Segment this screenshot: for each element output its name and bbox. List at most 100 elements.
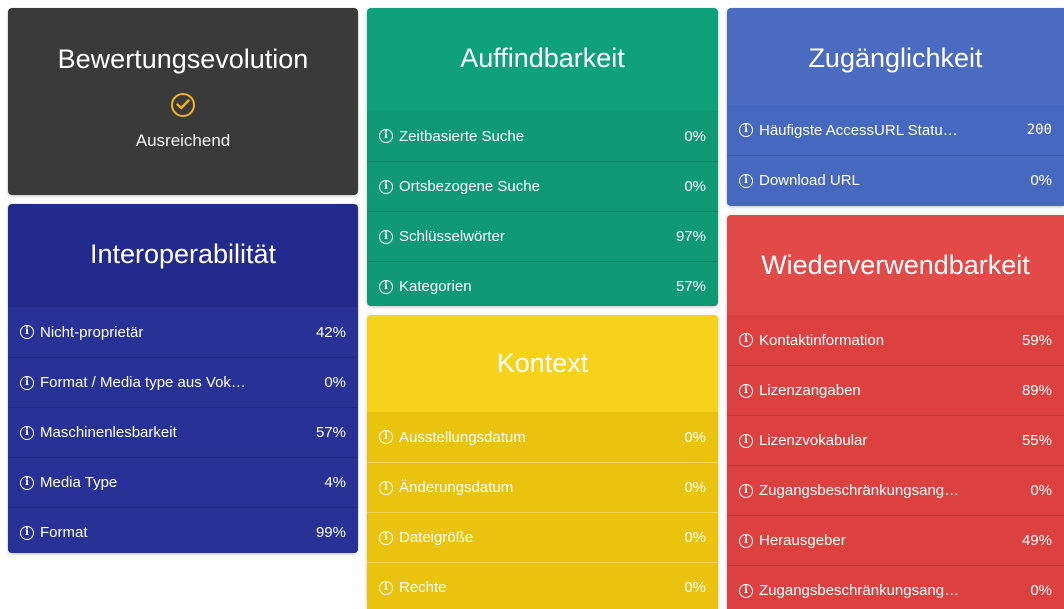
metric-row[interactable]: i Ortsbezogene Suche 0% xyxy=(367,161,718,211)
rating-status: Ausreichend xyxy=(135,131,231,150)
info-icon[interactable]: i xyxy=(379,279,393,294)
zugaenglichkeit-metrics: i Häufigste AccessURL Statu… 200 i Download… xyxy=(727,105,1064,205)
metric-value: 0% xyxy=(1030,582,1052,599)
info-icon[interactable]: i xyxy=(739,583,753,598)
metric-value: 0% xyxy=(684,127,706,145)
info-icon[interactable]: i xyxy=(739,533,753,548)
auffindbarkeit-metrics: i Zeitbasierte Suche 0% i Ortsbezogene Such… xyxy=(367,111,718,306)
auffindbarkeit-title: Auffindbarkeit xyxy=(460,42,625,73)
info-icon[interactable]: i xyxy=(739,483,753,498)
metric-value: 99% xyxy=(315,524,346,541)
metric-value: 0% xyxy=(684,529,706,546)
info-icon[interactable]: i xyxy=(739,173,753,188)
metric-label: Media Type xyxy=(40,474,118,491)
info-icon[interactable]: i xyxy=(379,179,393,194)
bewertungsevolution-card: Bewertungsevolution Ausreichend xyxy=(8,8,358,195)
metric-value: 59% xyxy=(1021,331,1052,349)
metric-value: 57% xyxy=(315,424,346,441)
metric-row[interactable]: i Ausstellungsdatum 0% xyxy=(367,412,718,462)
info-icon[interactable]: i xyxy=(379,580,393,595)
interoperabilitaet-metrics: i Nicht-proprietär 42% i Format / Media typ… xyxy=(8,307,358,553)
wiederverwendbarkeit-metrics: i Kontaktinformation 59% i Lizenzangaben 89%… xyxy=(727,315,1064,609)
wiederverwendbarkeit-title: Wiederverwendbarkeit xyxy=(761,249,1030,280)
info-icon[interactable]: i xyxy=(20,325,34,339)
metric-label: Maschinenlesbarkeit xyxy=(40,424,177,441)
info-icon[interactable]: i xyxy=(20,525,34,540)
metric-row[interactable]: i Format / Media type aus Vok… 0% xyxy=(8,357,358,407)
metric-label: Zugangsbeschränkungsang… xyxy=(759,582,960,599)
metric-row[interactable]: i Zugangsbeschränkungsang… 0% xyxy=(727,565,1064,609)
metric-row[interactable]: i Kategorien 57% xyxy=(367,261,718,306)
metric-value: 55% xyxy=(1021,432,1052,449)
metric-label: Zeitbasierte Suche xyxy=(399,127,525,145)
metric-row[interactable]: i Kontaktinformation 59% xyxy=(727,315,1064,365)
metric-row[interactable]: i Schlüsselwörter 97% xyxy=(367,211,718,261)
metric-row[interactable]: i Änderungsdatum 0% xyxy=(367,462,718,512)
metric-value: 0% xyxy=(684,579,706,596)
metric-value: 49% xyxy=(1021,532,1052,549)
info-icon[interactable]: i xyxy=(379,229,393,244)
metric-label: Ausstellungsdatum xyxy=(399,428,526,446)
check-circle-icon xyxy=(171,93,195,117)
metric-value: 89% xyxy=(1021,382,1052,399)
bewertungsevolution-title: Bewertungsevolution xyxy=(57,44,309,74)
info-icon[interactable]: i xyxy=(379,480,393,495)
metric-row[interactable]: i Rechte 0% xyxy=(367,562,718,609)
metric-label: Format xyxy=(40,524,88,541)
metric-label: Ortsbezogene Suche xyxy=(399,178,540,195)
metric-value: 0% xyxy=(1030,172,1052,189)
metric-label: Häufigste AccessURL Statu… xyxy=(759,121,958,139)
info-icon[interactable]: i xyxy=(379,430,393,444)
metric-value: 0% xyxy=(1030,482,1052,499)
metric-label: Rechte xyxy=(399,579,447,596)
metric-row[interactable]: i Lizenzangaben 89% xyxy=(727,365,1064,415)
metric-label: Nicht-proprietär xyxy=(40,323,144,341)
info-icon[interactable]: i xyxy=(739,383,753,398)
metric-value: 97% xyxy=(675,228,706,245)
metric-label: Kontaktinformation xyxy=(759,331,885,349)
kontext-title: Kontext xyxy=(496,347,589,378)
info-icon[interactable]: i xyxy=(20,425,34,440)
info-icon[interactable]: i xyxy=(739,433,753,448)
metric-value: 42% xyxy=(315,323,346,341)
info-icon[interactable]: i xyxy=(739,333,753,347)
metric-row[interactable]: i Häufigste AccessURL Statu… 200 xyxy=(727,105,1064,155)
metric-row[interactable]: i Maschinenlesbarkeit 57% xyxy=(8,407,358,457)
metric-row[interactable]: i Format 99% xyxy=(8,507,358,553)
metric-row[interactable]: i Dateigröße 0% xyxy=(367,512,718,562)
metric-row[interactable]: i Lizenzvokabular 55% xyxy=(727,415,1064,465)
kontext-card: Kontext i Ausstellungsdatum 0% i Änderungsd… xyxy=(367,315,718,609)
info-icon[interactable]: i xyxy=(379,530,393,545)
metric-value: 0% xyxy=(324,374,346,391)
metric-row[interactable]: i Nicht-proprietär 42% xyxy=(8,307,358,357)
kontext-metrics: i Ausstellungsdatum 0% i Änderungsdatum 0% i… xyxy=(367,412,718,609)
metric-row[interactable]: i Zeitbasierte Suche 0% xyxy=(367,111,718,161)
metric-row[interactable]: i Download URL 0% xyxy=(727,155,1064,205)
metric-label: Dateigröße xyxy=(399,529,474,546)
auffindbarkeit-card: Auffindbarkeit i Zeitbasierte Suche 0% i Or… xyxy=(367,8,718,306)
metric-label: Lizenzvokabular xyxy=(759,432,868,449)
metric-value: 0% xyxy=(684,428,706,446)
metric-label: Kategorien xyxy=(399,278,472,295)
metric-label: Download URL xyxy=(759,172,860,189)
info-icon[interactable]: i xyxy=(739,123,753,137)
zugaenglichkeit-card: Zugänglichkeit i Häufigste AccessURL Stat… xyxy=(727,8,1064,206)
info-icon[interactable]: i xyxy=(379,129,393,143)
metric-row[interactable]: i Zugangsbeschränkungsang… 0% xyxy=(727,465,1064,515)
wiederverwendbarkeit-card: Wiederverwendbarkeit i Kontaktinformation… xyxy=(727,215,1064,609)
interoperabilitaet-title: Interoperabilität xyxy=(89,238,277,269)
metric-label: Schlüsselwörter xyxy=(399,228,505,245)
metric-row[interactable]: i Media Type 4% xyxy=(8,457,358,507)
info-icon[interactable]: i xyxy=(20,475,34,490)
zugaenglichkeit-title: Zugänglichkeit xyxy=(808,42,983,73)
metric-value: 0% xyxy=(684,178,706,195)
metric-row[interactable]: i Herausgeber 49% xyxy=(727,515,1064,565)
metric-label: Format / Media type aus Vok… xyxy=(40,374,246,391)
metric-value: 57% xyxy=(675,278,706,295)
metric-label: Zugangsbeschränkungsang… xyxy=(759,482,960,499)
metric-value: 200 xyxy=(1026,122,1052,138)
info-icon[interactable]: i xyxy=(20,375,34,390)
metric-label: Lizenzangaben xyxy=(759,382,861,399)
metric-label: Herausgeber xyxy=(759,532,846,549)
metric-value: 4% xyxy=(324,474,346,491)
